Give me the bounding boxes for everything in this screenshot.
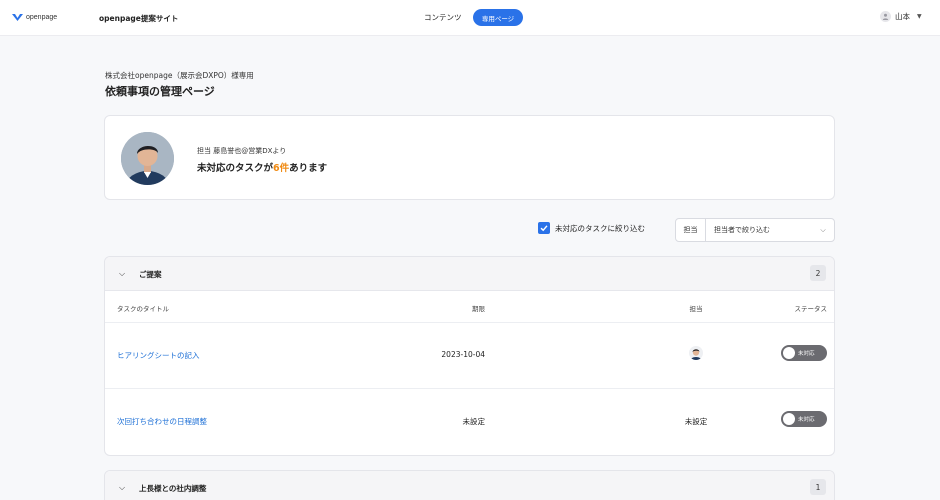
assignee-subtitle: 担当 藤島誉也@営業DXより (197, 147, 287, 155)
toggle-knob (783, 347, 795, 359)
table-row[interactable]: ヒアリングシートの記入 2023-10-04 未対応 (105, 323, 834, 389)
assignee-filter-select[interactable]: 担当 担当者で絞り込む ⌵ (675, 218, 835, 242)
pending-tasks-message: 未対応のタスクが6件あります (197, 160, 327, 174)
section-count-badge: 2 (810, 265, 826, 281)
toggle-switch[interactable]: 未対応 (781, 345, 827, 361)
select-label: 担当 (676, 219, 706, 241)
toggle-knob (783, 413, 795, 425)
column-header-due: 期限 (472, 305, 485, 313)
user-menu[interactable]: 山本 ▼ (880, 11, 922, 22)
user-icon (880, 11, 891, 22)
chevron-down-icon[interactable]: ⌵ (119, 269, 125, 279)
status-toggle[interactable]: 未対応 (773, 345, 827, 361)
task-assignee: 未設定 (684, 417, 708, 426)
task-title-link[interactable]: 次回打ち合わせの日程調整 (117, 416, 207, 427)
company-name: 株式会社openpage（展示会DXPO）様専用 (105, 71, 254, 80)
column-header-title: タスクのタイトル (117, 305, 169, 313)
section-header[interactable]: ⌵ 上長様との社内調整 1 (105, 471, 834, 500)
assignee-photo (121, 132, 174, 185)
assignee-avatar (689, 346, 703, 360)
column-header-status: ステータス (794, 305, 828, 313)
section-count-badge: 1 (810, 479, 826, 495)
section-title: 上長様との社内調整 (139, 484, 207, 493)
checkbox-checked-icon[interactable] (538, 222, 550, 234)
chevron-down-icon: ⌵ (820, 225, 826, 234)
select-value: 担当者で絞り込む (714, 226, 770, 234)
task-section: ⌵ 上長様との社内調整 1 (104, 470, 835, 500)
pending-count: 6件 (273, 163, 290, 174)
status-toggle[interactable]: 未対応 (773, 411, 827, 427)
task-title-link[interactable]: ヒアリングシートの記入 (117, 350, 200, 361)
section-title: ご提案 (139, 270, 162, 279)
unhandled-filter-checkbox[interactable]: 未対応のタスクに絞り込む (538, 222, 645, 234)
message-prefix: 未対応のタスクが (197, 163, 274, 174)
nav-dedicated-page[interactable]: 専用ページ (473, 9, 523, 26)
chevron-down-icon: ▼ (917, 13, 922, 20)
user-name: 山本 (895, 12, 910, 21)
column-header-assignee: 担当 (689, 305, 703, 313)
openpage-logo[interactable]: openpage (12, 13, 57, 21)
section-header[interactable]: ⌵ ご提案 2 (105, 257, 834, 291)
assignee-card: 担当 藤島誉也@営業DXより 未対応のタスクが6件あります (104, 115, 835, 200)
checkbox-label: 未対応のタスクに絞り込む (555, 223, 645, 233)
top-bar: openpage openpage提案サイト コンテンツ 専用ページ 山本 ▼ (0, 0, 940, 36)
logo-mark-icon (12, 14, 23, 21)
site-name-link[interactable]: openpage提案サイト (99, 13, 178, 24)
table-row[interactable]: 次回打ち合わせの日程調整 未設定 未設定 未対応 (105, 389, 834, 455)
message-suffix: あります (289, 163, 328, 174)
toggle-switch[interactable]: 未対応 (781, 411, 827, 427)
status-label: 未対応 (798, 417, 815, 423)
status-label: 未対応 (798, 351, 815, 357)
nav-contents[interactable]: コンテンツ (424, 12, 462, 23)
task-section: ⌵ ご提案 2 タスクのタイトル 期限 担当 ステータス ヒアリングシートの記入… (104, 256, 835, 456)
task-assignee (673, 346, 719, 362)
table-header: タスクのタイトル 期限 担当 ステータス (105, 291, 834, 323)
logo-text: openpage (26, 13, 58, 21)
page-title: 依頼事項の管理ページ (105, 85, 215, 98)
task-due-date: 未設定 (462, 417, 486, 426)
chevron-down-icon[interactable]: ⌵ (119, 483, 125, 493)
task-due-date: 2023-10-04 (441, 350, 485, 359)
